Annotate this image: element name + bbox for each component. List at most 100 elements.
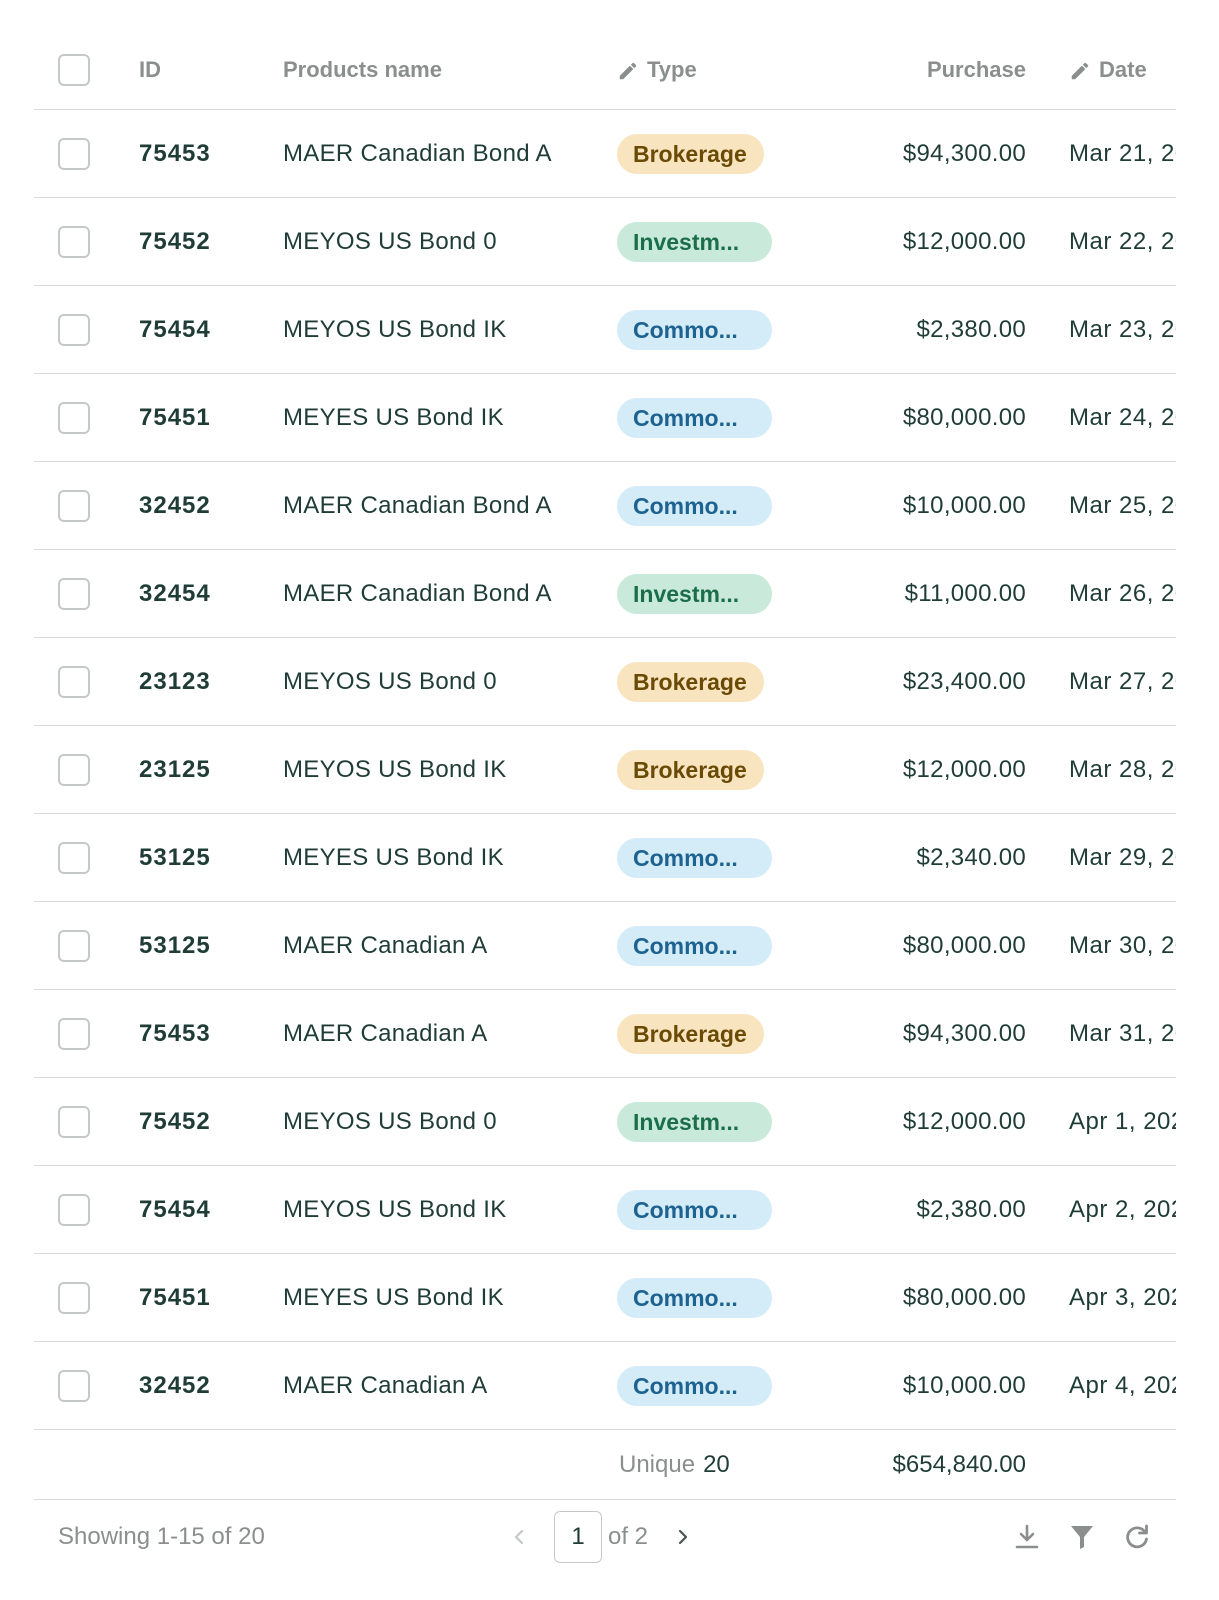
unique-count: Unique 20	[619, 1430, 730, 1499]
table-row[interactable]: 23123 MEYOS US Bond 0 Brokerage $23,400.00 M…	[34, 638, 1176, 726]
name-cell: MEYES US Bond IK	[283, 374, 613, 461]
table-row[interactable]: 32454 MAER Canadian Bond A Investm... $11,0…	[34, 550, 1176, 638]
column-header-purchase-label: Purchase	[926, 56, 1026, 82]
type-badge: Commo...	[617, 309, 772, 350]
table-row[interactable]: 75453 MAER Canadian Bond A Brokerage $94,30…	[34, 110, 1176, 198]
product-name: MAER Canadian A	[283, 1019, 488, 1047]
type-cell: Investm...	[617, 550, 797, 637]
product-id: 75454	[139, 1195, 211, 1223]
type-cell: Commo...	[617, 814, 797, 901]
table-row[interactable]: 32452 MAER Canadian A Commo... $10,000.00 Ap…	[34, 1342, 1176, 1430]
product-name: MEYES US Bond IK	[283, 843, 504, 871]
purchase-amount: $2,340.00	[916, 843, 1026, 871]
row-checkbox[interactable]	[58, 753, 90, 786]
type-badge: Commo...	[617, 1365, 772, 1406]
column-header-purchase[interactable]: Purchase	[794, 30, 1026, 109]
type-cell: Brokerage	[617, 726, 797, 813]
row-checkbox[interactable]	[58, 841, 90, 874]
table-row[interactable]: 23125 MEYOS US Bond IK Brokerage $12,000.00…	[34, 726, 1176, 814]
purchase-date: Mar 26, 202	[1069, 579, 1176, 607]
row-checkbox[interactable]	[58, 577, 90, 610]
refresh-button[interactable]	[1118, 1518, 1156, 1556]
purchase-amount: $10,000.00	[902, 491, 1026, 519]
table-row[interactable]: 75451 MEYES US Bond IK Commo... $80,000.00 A…	[34, 1254, 1176, 1342]
row-checkbox[interactable]	[58, 1193, 90, 1226]
row-checkbox-cell	[58, 286, 92, 373]
purchase-date: Mar 21, 202	[1069, 139, 1176, 167]
id-cell: 23125	[139, 726, 269, 813]
chevron-right-icon	[678, 1529, 688, 1545]
purchase-amount: $12,000.00	[902, 227, 1026, 255]
table-row[interactable]: 53125 MAER Canadian A Commo... $80,000.00 Ma…	[34, 902, 1176, 990]
table-row[interactable]: 75452 MEYOS US Bond 0 Investm... $12,000.00…	[34, 1078, 1176, 1166]
purchase-amount: $94,300.00	[902, 139, 1026, 167]
product-id: 75451	[139, 403, 211, 431]
type-cell: Commo...	[617, 374, 797, 461]
product-id: 75451	[139, 1283, 211, 1311]
column-header-id[interactable]: ID	[139, 30, 269, 109]
row-checkbox[interactable]	[58, 1369, 90, 1402]
row-checkbox[interactable]	[58, 1105, 90, 1138]
row-checkbox[interactable]	[58, 137, 90, 170]
pencil-icon	[1071, 62, 1089, 79]
column-header-name[interactable]: Products name	[283, 30, 613, 109]
download-button[interactable]	[1008, 1518, 1046, 1556]
purchase-amount: $94,300.00	[902, 1019, 1026, 1047]
type-badge: Investm...	[617, 221, 772, 262]
row-checkbox-cell	[58, 1166, 92, 1253]
row-checkbox[interactable]	[58, 665, 90, 698]
id-cell: 53125	[139, 902, 269, 989]
row-checkbox[interactable]	[58, 225, 90, 258]
purchase-cell: $12,000.00	[794, 726, 1026, 813]
row-checkbox[interactable]	[58, 401, 90, 434]
type-cell: Commo...	[617, 1254, 797, 1341]
table-row[interactable]: 53125 MEYES US Bond IK Commo... $2,340.00 Ma…	[34, 814, 1176, 902]
id-cell: 32452	[139, 462, 269, 549]
column-header-date-label: Date	[1099, 56, 1147, 82]
column-header-date[interactable]: Date	[1069, 30, 1176, 109]
row-checkbox[interactable]	[58, 1017, 90, 1050]
product-id: 53125	[139, 843, 211, 871]
date-cell: Mar 22, 202	[1069, 198, 1176, 285]
pagination: 1 of 2	[504, 1500, 698, 1574]
row-checkbox[interactable]	[58, 1281, 90, 1314]
product-name: MEYOS US Bond IK	[283, 315, 507, 343]
select-all-checkbox[interactable]	[58, 53, 90, 86]
table-row[interactable]: 75454 MEYOS US Bond IK Commo... $2,380.00 Ap…	[34, 1166, 1176, 1254]
data-grid: ID Products name Type Purchase Date 7545…	[34, 30, 1176, 1574]
page-number-input[interactable]: 1	[554, 1511, 602, 1563]
table-row[interactable]: 75451 MEYES US Bond IK Commo... $80,000.00 M…	[34, 374, 1176, 462]
product-name: MEYOS US Bond 0	[283, 1107, 497, 1135]
product-id: 32452	[139, 1371, 211, 1399]
table-row[interactable]: 75452 MEYOS US Bond 0 Investm... $12,000.00…	[34, 198, 1176, 286]
purchase-amount: $11,000.00	[904, 579, 1026, 607]
showing-count: Showing 1-15 of 20	[58, 1523, 265, 1550]
id-cell: 53125	[139, 814, 269, 901]
table-row[interactable]: 75454 MEYOS US Bond IK Commo... $2,380.00 Ma…	[34, 286, 1176, 374]
table-row[interactable]: 75453 MAER Canadian A Brokerage $94,300.00 M…	[34, 990, 1176, 1078]
purchase-date: Apr 3, 2021	[1069, 1283, 1176, 1311]
product-id: 53125	[139, 931, 211, 959]
type-cell: Commo...	[617, 462, 797, 549]
pencil-icon	[619, 62, 637, 79]
table-row[interactable]: 32452 MAER Canadian Bond A Commo... $10,000…	[34, 462, 1176, 550]
row-checkbox-cell	[58, 110, 92, 197]
date-cell: Mar 29, 202	[1069, 814, 1176, 901]
filter-button[interactable]	[1063, 1518, 1101, 1556]
purchase-cell: $80,000.00	[794, 1254, 1026, 1341]
id-cell: 75452	[139, 1078, 269, 1165]
purchase-cell: $2,380.00	[794, 286, 1026, 373]
product-id: 32452	[139, 491, 211, 519]
column-header-type[interactable]: Type	[617, 30, 797, 109]
row-checkbox[interactable]	[58, 489, 90, 522]
next-page-button[interactable]	[668, 1527, 698, 1547]
row-checkbox[interactable]	[58, 929, 90, 962]
refresh-icon	[1126, 1524, 1148, 1549]
id-cell: 23123	[139, 638, 269, 725]
type-cell: Investm...	[617, 1078, 797, 1165]
prev-page-button[interactable]	[504, 1527, 534, 1547]
row-checkbox-cell	[58, 1254, 92, 1341]
purchase-cell: $12,000.00	[794, 198, 1026, 285]
id-cell: 75451	[139, 1254, 269, 1341]
row-checkbox[interactable]	[58, 313, 90, 346]
